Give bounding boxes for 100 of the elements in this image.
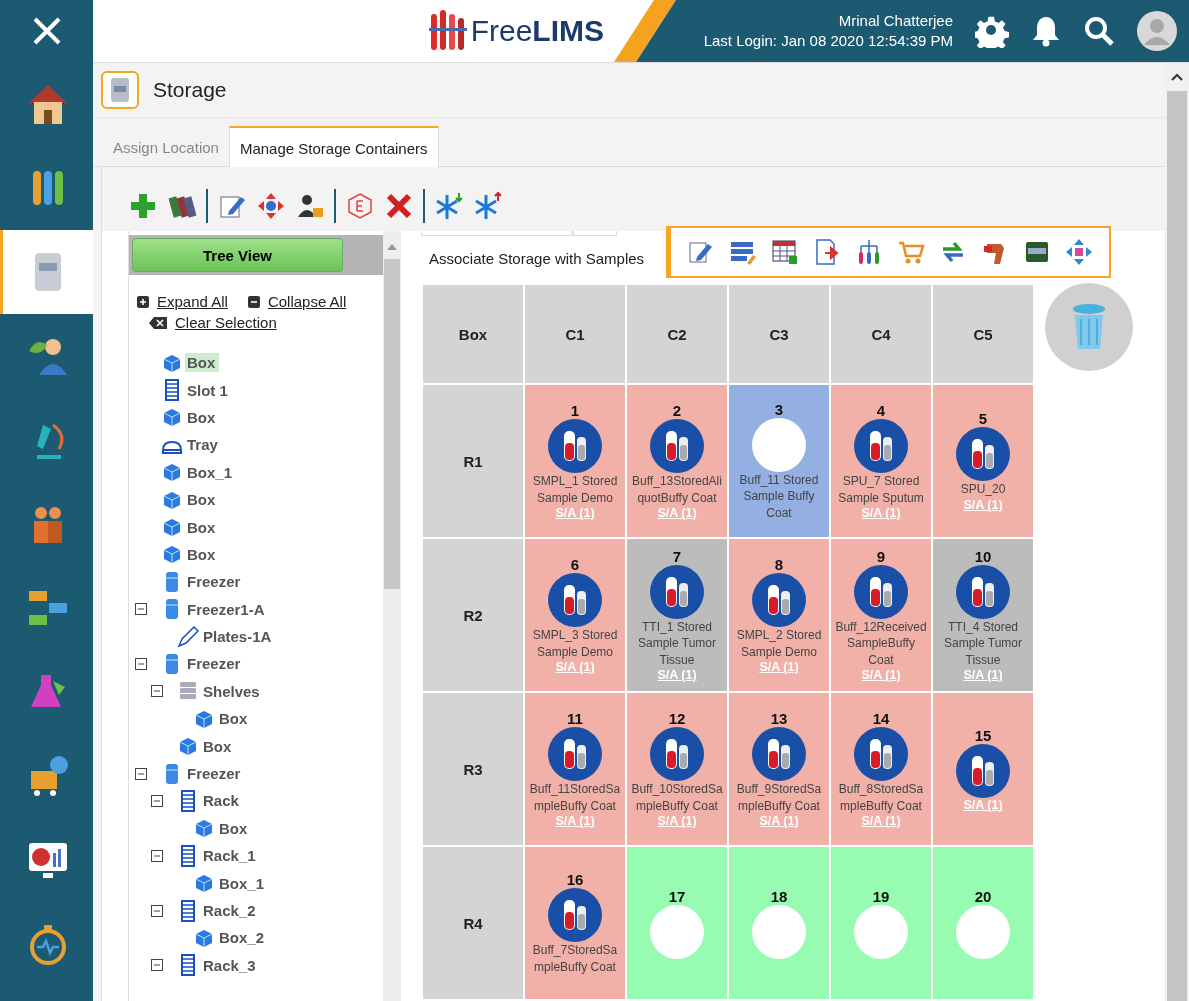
- collapse-all-link[interactable]: Collapse All: [267, 293, 347, 310]
- tree-item[interactable]: Box: [185, 407, 220, 427]
- sample-tubes-icon[interactable]: [854, 564, 908, 619]
- tree-toggle[interactable]: [135, 603, 147, 616]
- tree-item[interactable]: Plates-1A: [201, 627, 276, 647]
- storage-cell[interactable]: 18: [729, 847, 829, 999]
- storage-cell[interactable]: 10 TTI_4 Stored Sample Tumor Tissue S/A (1): [933, 539, 1033, 691]
- sample-tubes-icon[interactable]: [650, 419, 704, 473]
- storage-cell[interactable]: 8 SMPL_2 Stored Sample Demo S/A (1): [729, 539, 829, 691]
- tree-toggle[interactable]: [151, 849, 163, 862]
- position-number: 11: [567, 710, 583, 727]
- close-icon[interactable]: [31, 16, 62, 46]
- sample-tubes-icon[interactable]: [956, 427, 1010, 482]
- table-add-icon[interactable]: [771, 237, 799, 266]
- sample-tubes-icon[interactable]: [650, 564, 704, 619]
- settings-icon[interactable]: [975, 14, 1009, 48]
- storage-cell[interactable]: 4 SPU_7 Stored Sample Sputum S/A (1): [831, 385, 931, 537]
- tree-toggle[interactable]: [151, 794, 163, 807]
- tree-item[interactable]: Box: [185, 544, 220, 564]
- storage-cell[interactable]: 1 SMPL_1 Stored Sample Demo S/A (1): [525, 385, 625, 537]
- move-arrows-icon[interactable]: [1065, 237, 1093, 266]
- cube-icon: [161, 543, 183, 566]
- move-arrows-icon[interactable]: [256, 191, 286, 221]
- tree-item[interactable]: Box_1: [217, 873, 269, 893]
- storage-cell[interactable]: 6 SMPL_3 Stored Sample Demo S/A (1): [525, 539, 625, 691]
- tree-view-button[interactable]: Tree View: [132, 238, 343, 272]
- storage-cell[interactable]: 15 S/A (1): [933, 693, 1033, 845]
- column-header: C1: [525, 285, 625, 383]
- storage-cell[interactable]: 3 Buff_11 Stored Sample Buffy Coat: [729, 385, 829, 537]
- storage-cell[interactable]: 2 Buff_13StoredAliquotBuffy Coat S/A (1): [627, 385, 727, 537]
- tree-item[interactable]: Box: [217, 709, 252, 729]
- sample-tubes-icon[interactable]: [548, 419, 602, 473]
- tree-item[interactable]: Freezer1-A: [185, 599, 269, 619]
- sample-label: TTI_4 Stored Sample Tumor Tissue: [943, 618, 1023, 669]
- document-export-icon[interactable]: [813, 237, 841, 266]
- scrollbar-thumb[interactable]: [384, 259, 400, 589]
- scrollbar-thumb[interactable]: [1167, 91, 1187, 1001]
- tree-item[interactable]: Box: [201, 736, 236, 756]
- storage-cell[interactable]: 14 Buff_8StoredSampleBuffy Coat S/A (1): [831, 693, 931, 845]
- tree-toggle[interactable]: [151, 904, 163, 917]
- storage-cell[interactable]: 12 Buff_10StoredSampleBuffy Coat S/A (1): [627, 693, 727, 845]
- storage-cell[interactable]: 16 Buff_7StoredSampleBuffy Coat: [525, 847, 625, 999]
- expand-all-link[interactable]: Expand All: [157, 293, 228, 310]
- storage-cell[interactable]: 7 TTI_1 Stored Sample Tumor Tissue S/A (1): [627, 539, 727, 691]
- tree-item[interactable]: Tray: [185, 435, 222, 455]
- sample-tubes-icon[interactable]: [548, 727, 602, 781]
- row-header: R4: [423, 847, 523, 999]
- tree-item[interactable]: Rack_3: [201, 955, 260, 975]
- storage-cell[interactable]: 9 Buff_12ReceivedSampleBuffy Coat S/A (1): [831, 539, 931, 691]
- cube-icon: [177, 735, 199, 758]
- tab[interactable]: Manage Storage Containers: [228, 126, 439, 167]
- page-title: Storage: [153, 78, 227, 102]
- position-number: 8: [774, 556, 784, 573]
- sample-tubes-icon[interactable]: [956, 564, 1010, 619]
- snowflake-up-icon[interactable]: [473, 191, 503, 221]
- storage-cell[interactable]: 13 Buff_9StoredSampleBuffy Coat S/A (1): [729, 693, 829, 845]
- tree-toggle[interactable]: [151, 685, 163, 698]
- tree-item[interactable]: Shelves: [201, 681, 264, 701]
- tree-item[interactable]: Rack: [201, 791, 243, 811]
- storage-cell[interactable]: 19: [831, 847, 931, 999]
- tree-toggle[interactable]: [135, 767, 147, 780]
- tree-item[interactable]: Box_2: [217, 928, 269, 948]
- sample-label: Buff_12ReceivedSampleBuffy Coat: [834, 618, 928, 669]
- sample-tubes-icon[interactable]: [650, 727, 704, 781]
- avatar-icon[interactable]: [1137, 11, 1177, 51]
- sample-tubes-icon[interactable]: [956, 743, 1010, 798]
- tree-item[interactable]: Slot 1: [185, 380, 232, 400]
- tree-item[interactable]: Rack_2: [201, 901, 260, 920]
- storage-cell[interactable]: 20: [933, 847, 1033, 999]
- tree-item[interactable]: Box: [185, 517, 220, 537]
- storage-cell[interactable]: 11 Buff_11StoredSampleBuffy Coat S/A (1): [525, 693, 625, 845]
- tree-item[interactable]: Box: [185, 353, 220, 373]
- hexagon-e-icon[interactable]: [345, 191, 375, 221]
- tree-item[interactable]: Freezer: [185, 654, 245, 674]
- sample-tubes-icon[interactable]: [854, 727, 908, 781]
- tree-item[interactable]: Box: [185, 490, 220, 510]
- tree-item[interactable]: Box: [217, 818, 252, 838]
- sample-tubes-icon[interactable]: [548, 573, 602, 627]
- position-number: 5: [978, 410, 988, 428]
- tree-item[interactable]: Rack_1: [201, 846, 260, 866]
- tree-toggle[interactable]: [151, 959, 163, 972]
- tree-toggle[interactable]: [135, 658, 147, 670]
- storage-cell[interactable]: 5 SPU_20 S/A (1): [933, 385, 1033, 537]
- sample-label: Buff_7StoredSampleBuffy Coat: [531, 942, 619, 975]
- tree-item[interactable]: Box_1: [185, 462, 237, 482]
- clear-selection-link[interactable]: Clear Selection: [175, 314, 277, 331]
- tree-item[interactable]: Freezer: [185, 572, 245, 592]
- add-icon[interactable]: [128, 191, 158, 221]
- sample-tubes-icon[interactable]: [548, 888, 602, 942]
- tree-item[interactable]: Freezer: [185, 764, 245, 784]
- sample-tubes-icon[interactable]: [854, 419, 908, 473]
- snowflake-down-icon[interactable]: [434, 191, 464, 221]
- notification-bell-icon[interactable]: [1031, 15, 1061, 47]
- header-cell: Box: [423, 285, 523, 383]
- delete-icon[interactable]: [384, 191, 414, 221]
- sample-tubes-icon[interactable]: [752, 727, 806, 781]
- storage-cell[interactable]: 17: [627, 847, 727, 999]
- search-icon[interactable]: [1083, 15, 1115, 47]
- sample-label: SMPL_2 Stored Sample Demo: [735, 627, 823, 660]
- sample-tubes-icon[interactable]: [752, 573, 806, 627]
